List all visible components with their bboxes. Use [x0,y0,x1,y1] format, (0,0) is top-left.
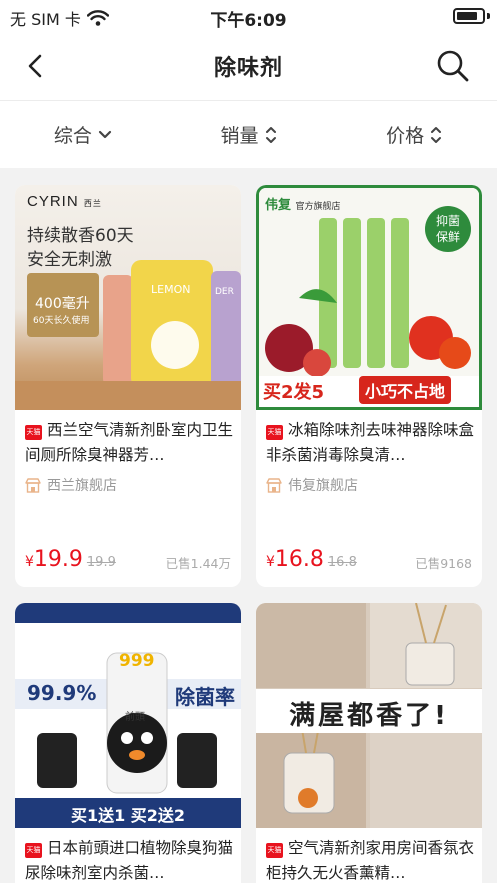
product-title: 天猫 西兰空气清新剂卧室内卫生间厕所除臭神器芳… [25,421,234,464]
shop-name: 伟复旗舰店 [288,478,358,494]
brand-logo-text: CYRIN [27,193,79,210]
filter-sales-label: 销量 [220,125,259,147]
status-bar: 无 SIM 卡 下午6:09 [0,0,497,32]
status-time: 下午6:09 [210,11,287,31]
image-headline: 满屋都香了! [289,701,449,731]
product-title: 天猫 日本前頭进口植物除臭狗猫尿除味剂室内杀菌… [25,839,234,882]
sort-icon [431,126,442,143]
price: 16.8 [274,547,324,572]
shop-link[interactable]: 伟复旗舰店 [266,475,358,495]
product-card[interactable]: CYRIN 西兰 持续散香60天 安全无刺激 400毫升 60天长久使用 LEM… [15,185,241,587]
tmall-badge: 天猫 [25,843,42,858]
price-row: ¥19.9 19.9 已售1.44万 [25,547,231,572]
original-price: 19.9 [86,555,116,570]
price: 19.9 [33,547,83,572]
brand-logo-text: 伟复 [265,198,292,213]
tmall-badge: 天猫 [25,425,42,440]
product-card[interactable]: 99.9% 999 除菌率 前頭 买1送1 买2送2 天猫 日本前頭进口植物除臭狗… [15,603,241,883]
filter-composite-label: 综合 [53,125,92,147]
original-price: 16.8 [327,555,357,570]
filter-price[interactable]: 价格 [331,101,497,168]
chevron-down-icon [98,130,111,138]
filter-price-label: 价格 [386,125,425,147]
tmall-badge: 天猫 [266,425,283,440]
battery-icon [453,8,485,24]
product-title: 天猫 冰箱除味剂去味神器除味盒非杀菌消毒除臭清… [266,421,475,464]
price-row: ¥16.8 16.8 已售9168 [266,547,472,572]
product-card[interactable]: 满屋都香了! 天猫 空气清新剂家用房间香氛衣柜持久无火香薰精… [256,603,482,883]
shop-name: 西兰旗舰店 [47,478,117,494]
filter-bar: 综合 销量 价格 [0,100,497,168]
product-image: 99.9% 999 除菌率 前頭 买1送1 买2送2 [15,603,241,828]
tmall-badge: 天猫 [266,843,283,858]
shop-icon [25,477,41,493]
product-image: 满屋都香了! [256,603,482,828]
product-image: CYRIN 西兰 持续散香60天 安全无刺激 400毫升 60天长久使用 LEM… [15,185,241,410]
sold-count: 已售9168 [415,556,472,571]
product-image: 伟复 官方旗舰店 抑菌 保鲜 买2发5 小巧不占地 [256,185,482,410]
filter-composite[interactable]: 综合 [0,101,166,168]
filter-sales[interactable]: 销量 [166,101,332,168]
page-title: 除味剂 [213,56,283,81]
shop-link[interactable]: 西兰旗舰店 [25,475,117,495]
sort-icon [265,126,276,143]
sold-count: 已售1.44万 [165,556,231,571]
shop-icon [266,477,282,493]
nav-bar: 除味剂 [0,32,497,100]
product-card[interactable]: 伟复 官方旗舰店 抑菌 保鲜 买2发5 小巧不占地 天猫 冰箱除味剂去味神器除味盒… [256,185,482,587]
search-icon[interactable] [433,46,473,86]
product-title: 天猫 空气清新剂家用房间香氛衣柜持久无火香薰精… [266,839,475,882]
